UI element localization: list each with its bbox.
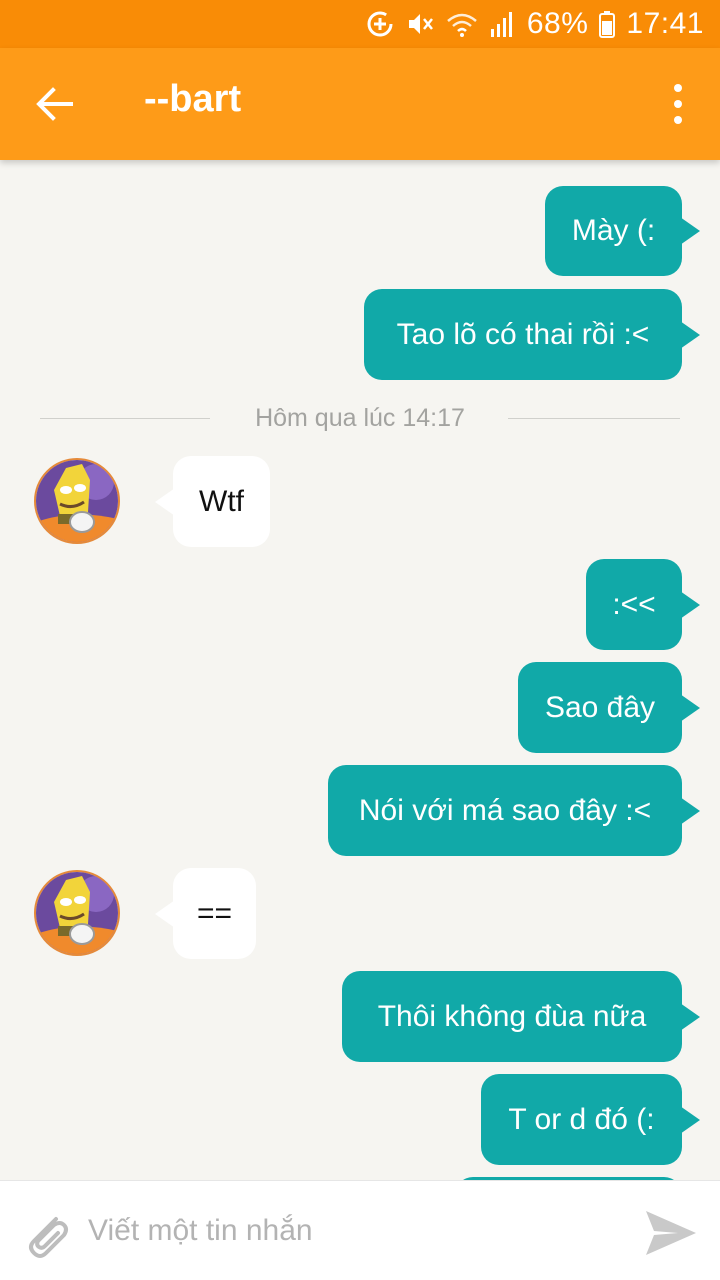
- mute-icon: [405, 8, 435, 40]
- message-bubble-outgoing[interactable]: Thôi không đùa nữa: [342, 971, 682, 1062]
- app-bar: --bart: [0, 48, 720, 160]
- avatar[interactable]: [34, 870, 120, 956]
- back-button[interactable]: [30, 82, 80, 126]
- more-options-button[interactable]: [666, 84, 690, 124]
- message-bubble-outgoing[interactable]: Tao lõ có thai rồi :<: [364, 289, 682, 380]
- date-separator: Hôm qua lúc 14:17: [40, 403, 680, 433]
- data-saver-icon: [365, 8, 395, 40]
- arrow-left-icon: [36, 87, 73, 121]
- battery-icon: [598, 8, 616, 40]
- message-bubble-outgoing[interactable]: Nói với má sao đây :<: [328, 765, 682, 856]
- wifi-icon: [445, 8, 479, 40]
- separator-line: [508, 418, 680, 419]
- message-list[interactable]: Mày (: Tao lõ có thai rồi :< Hôm qua lúc…: [0, 160, 720, 1180]
- date-separator-label: Hôm qua lúc 14:17: [255, 403, 465, 432]
- message-input[interactable]: [88, 1207, 608, 1255]
- avatar[interactable]: [34, 458, 120, 544]
- send-icon: [646, 1211, 696, 1255]
- status-bar: 68% 17:41: [0, 0, 720, 48]
- signal-icon: [489, 8, 517, 40]
- battery-percent: 68%: [526, 7, 589, 40]
- conversation-title: --bart: [144, 78, 242, 120]
- attach-button[interactable]: [18, 1205, 74, 1261]
- message-bubble-outgoing[interactable]: :<<: [586, 559, 682, 650]
- composer: [0, 1180, 720, 1280]
- more-vertical-icon-dot: [674, 100, 682, 108]
- message-bubble-outgoing[interactable]: Mày (:: [545, 186, 682, 276]
- send-button[interactable]: [642, 1205, 698, 1261]
- more-vertical-icon: [674, 84, 682, 92]
- message-bubble-outgoing[interactable]: Sao đây: [518, 662, 682, 753]
- message-bubble-outgoing[interactable]: T or d đó (:: [481, 1074, 682, 1165]
- separator-line: [40, 418, 210, 419]
- more-vertical-icon-dot: [674, 116, 682, 124]
- message-bubble-incoming[interactable]: Wtf: [173, 456, 270, 547]
- message-bubble-incoming[interactable]: ==: [173, 868, 256, 959]
- paperclip-icon: [29, 1217, 68, 1258]
- clock: 17:41: [626, 7, 704, 40]
